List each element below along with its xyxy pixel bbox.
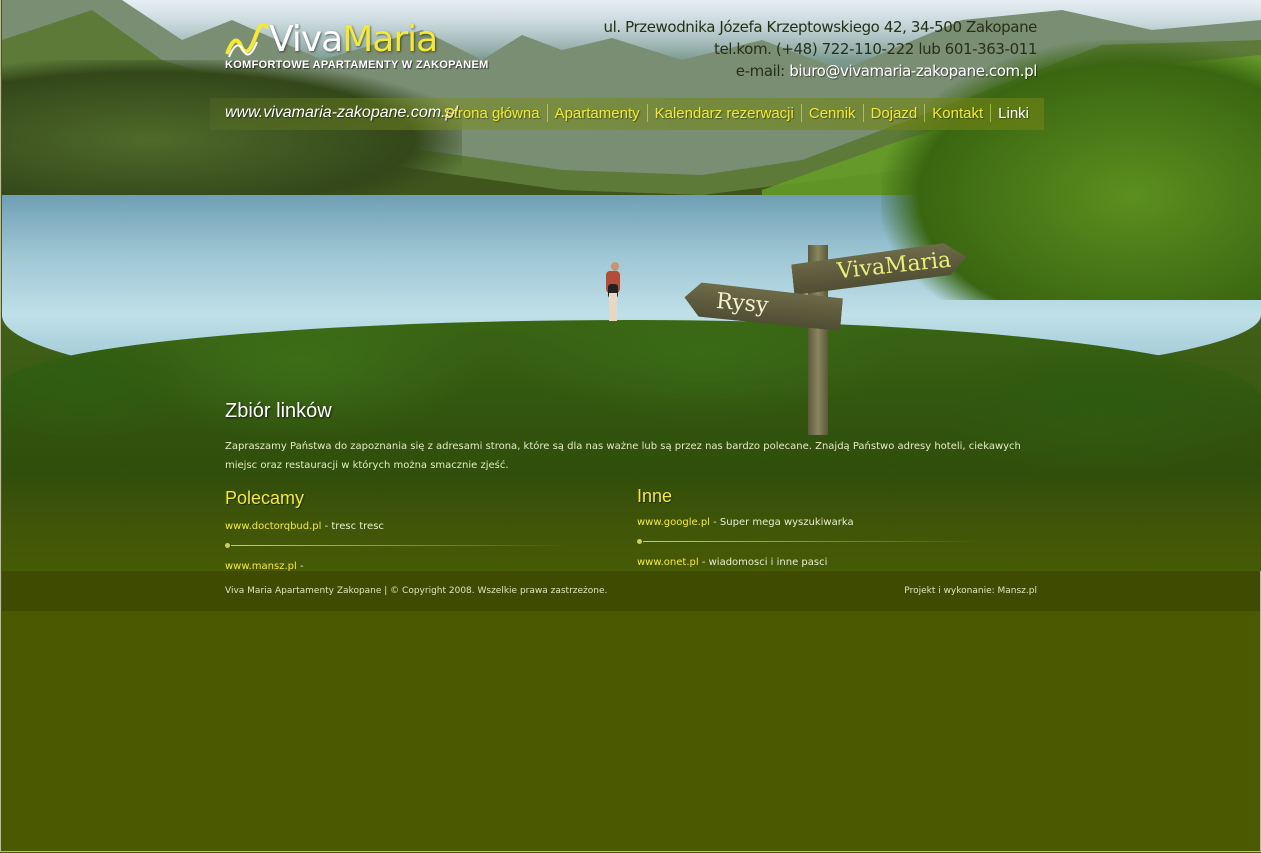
page-title: Zbiór linków — [225, 400, 332, 422]
link-url[interactable]: www.doctorqbud.pl — [225, 521, 321, 532]
nav-item-strona-glowna[interactable]: Strona główna — [437, 105, 547, 122]
phone-label: tel.kom. — [713, 40, 772, 58]
link-description: - Super mega wyszukiwarka — [709, 517, 854, 528]
nav-item-kontakt[interactable]: Kontakt — [925, 105, 990, 122]
nav-item-kalendarz[interactable]: Kalendarz rezerwacji — [648, 105, 801, 122]
contact-info: ul. Przewodnika Józefa Krzeptowskiego 42… — [603, 16, 1037, 82]
nav-item-linki[interactable]: Linki — [991, 105, 1036, 122]
column-polecamy: Polecamy www.doctorqbud.pl - tresc tresc… — [225, 488, 625, 572]
column-inne: Inne www.google.pl - Super mega wyszukiw… — [637, 486, 1037, 568]
site-url: www.vivamaria-zakopane.com.pl — [225, 104, 458, 121]
nav-item-cennik[interactable]: Cennik — [802, 105, 863, 122]
link-description: - tresc tresc — [321, 521, 384, 532]
logo-wordmark: VivaMaria — [225, 18, 489, 62]
phone-number: (+48) 722-110-222 lub 601-363-011 — [775, 40, 1037, 58]
footer: Viva Maria Apartamenty Zakopane | © Copy… — [2, 571, 1260, 611]
link-url[interactable]: www.google.pl — [637, 517, 710, 528]
nav-item-dojazd[interactable]: Dojazd — [864, 105, 925, 122]
divider — [637, 538, 983, 545]
divider — [225, 542, 571, 549]
main-menu: Strona główna Apartamenty Kalendarz reze… — [437, 104, 1036, 122]
phone-line: tel.kom. (+48) 722-110-222 lub 601-363-0… — [603, 38, 1037, 60]
hero-landscape: VivaMaria Rysy — [2, 0, 1261, 571]
email-label: e-mail: — [735, 62, 785, 80]
column-title: Polecamy — [225, 488, 305, 508]
email-link[interactable]: biuro@vivamaria-zakopane.com.pl — [789, 62, 1037, 80]
nav-item-apartamenty[interactable]: Apartamenty — [548, 105, 647, 122]
address-line: ul. Przewodnika Józefa Krzeptowskiego 42… — [603, 18, 1037, 36]
copyright-text: Viva Maria Apartamenty Zakopane | © Copy… — [225, 586, 608, 596]
site-logo[interactable]: VivaMaria KOMFORTOWE APARTAMENTY W ZAKOP… — [225, 18, 489, 71]
link-url[interactable]: www.onet.pl — [637, 557, 699, 568]
list-item: www.onet.pl - wiadomosci i inne pasci — [637, 557, 1037, 568]
intro-text: Zapraszamy Państwa do zapoznania się z a… — [225, 441, 1021, 471]
mountain-wave-icon — [225, 24, 269, 58]
hiker-figure — [606, 262, 620, 322]
logo-viva: Viva — [269, 19, 343, 60]
logo-maria: Maria — [342, 19, 438, 60]
list-item: www.doctorqbud.pl - tresc tresc — [225, 521, 625, 532]
credit-link[interactable]: Projekt i wykonanie: Mansz.pl — [904, 586, 1037, 596]
list-item: www.google.pl - Super mega wyszukiwarka — [637, 517, 1037, 528]
email-line: e-mail: biuro@vivamaria-zakopane.com.pl — [603, 60, 1038, 82]
link-description: - wiadomosci i inne pasci — [698, 557, 828, 568]
column-title: Inne — [637, 486, 673, 506]
main-content: Zbiór linków Zapraszamy Państwa do zapoz… — [225, 400, 1037, 572]
